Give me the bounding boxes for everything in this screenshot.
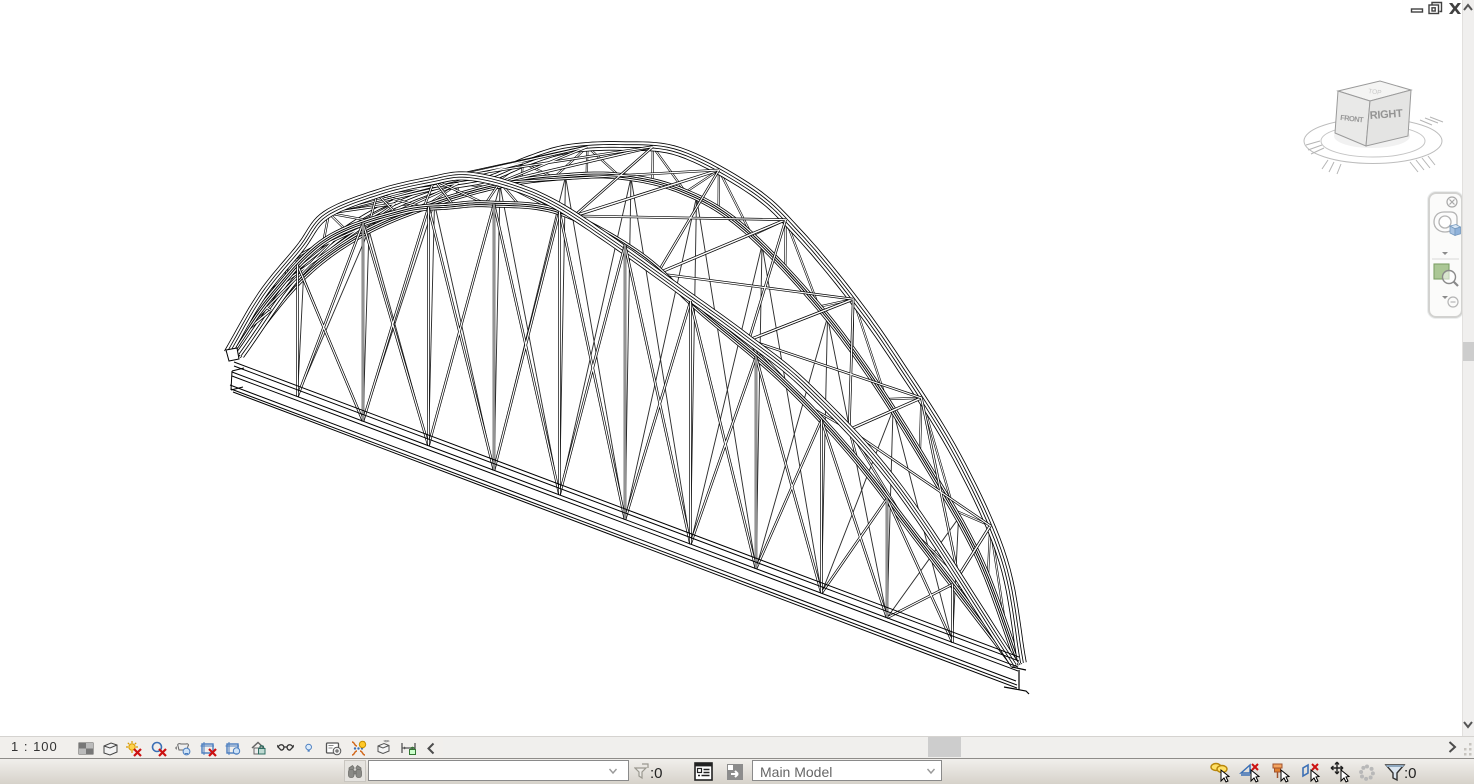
svg-text:RIGHT: RIGHT — [1369, 108, 1403, 122]
svg-text::0: :0 — [650, 765, 663, 782]
